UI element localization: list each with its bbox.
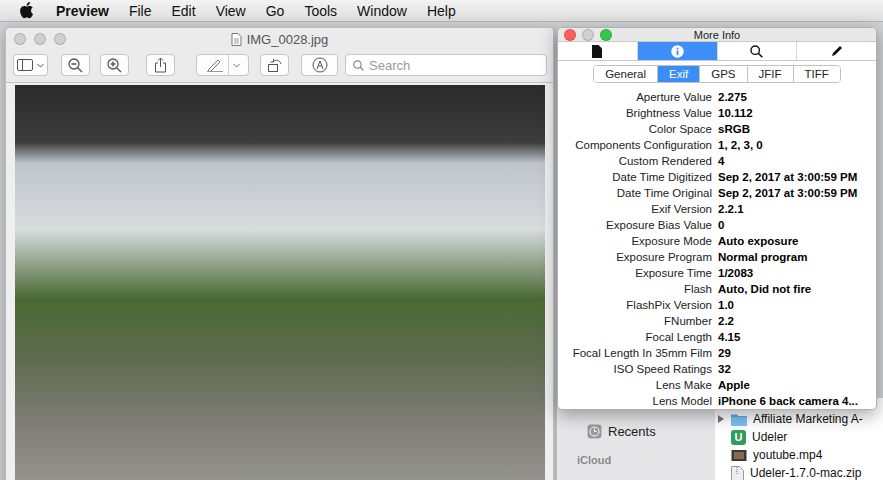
menu-item[interactable]: File bbox=[119, 3, 162, 19]
icon-tab[interactable] bbox=[717, 42, 797, 60]
property-row: Brightness Value10.112 bbox=[558, 105, 876, 121]
info-panel: More InfoGeneralExifGPSJFIFTIFFAperture … bbox=[557, 27, 877, 410]
info-icon bbox=[671, 45, 684, 58]
segment[interactable]: Exif bbox=[657, 66, 699, 82]
finder-sidebar: Recents iCloud bbox=[557, 398, 715, 480]
video-icon bbox=[731, 449, 747, 462]
menu-item[interactable]: View bbox=[206, 3, 256, 19]
markup-icon bbox=[312, 57, 328, 73]
property-row: Custom Rendered4 bbox=[558, 153, 876, 169]
window-controls bbox=[6, 33, 74, 45]
segment[interactable]: General bbox=[594, 66, 657, 82]
folder-icon bbox=[731, 413, 747, 426]
disclosure-triangle[interactable] bbox=[718, 415, 724, 423]
property-row: Exposure Time1/2083 bbox=[558, 265, 876, 281]
icon-tab[interactable] bbox=[558, 42, 637, 60]
segment[interactable]: GPS bbox=[699, 66, 746, 82]
markup-button[interactable] bbox=[301, 54, 338, 76]
property-row: Focal Length4.15 bbox=[558, 329, 876, 345]
minimize-button[interactable] bbox=[34, 33, 46, 45]
property-list: Aperture Value2.275Brightness Value10.11… bbox=[558, 86, 876, 409]
menu-item[interactable]: Window bbox=[347, 3, 417, 19]
file-row[interactable]: youtube.mp4 bbox=[715, 446, 883, 464]
rotate-icon bbox=[267, 58, 283, 73]
icon-tabs bbox=[558, 41, 876, 61]
property-row: Lens MakeApple bbox=[558, 377, 876, 393]
property-row: Exposure Bias Value0 bbox=[558, 217, 876, 233]
sidebar-icon bbox=[17, 59, 33, 71]
photo bbox=[15, 85, 545, 480]
close-button[interactable] bbox=[14, 33, 26, 45]
segment[interactable]: TIFF bbox=[793, 66, 840, 82]
title-bar: More Info bbox=[558, 28, 876, 41]
pencil-icon bbox=[831, 45, 843, 57]
property-row: Exposure ProgramNormal program bbox=[558, 249, 876, 265]
property-row: Color SpacesRGB bbox=[558, 121, 876, 137]
window-title: IMG_0028.jpg bbox=[74, 32, 485, 47]
title-bar: IMG_0028.jpg bbox=[6, 28, 553, 50]
file-row[interactable]: UUdeler bbox=[715, 428, 883, 446]
property-row: Exposure ModeAuto exposure bbox=[558, 233, 876, 249]
window-controls bbox=[558, 29, 618, 41]
apple-icon[interactable] bbox=[20, 2, 34, 19]
app-menu[interactable]: Preview bbox=[46, 3, 119, 19]
menu-item[interactable]: Edit bbox=[162, 3, 206, 19]
markup-pen-button[interactable] bbox=[196, 54, 249, 76]
rotate-button[interactable] bbox=[260, 54, 289, 76]
property-row: Focal Length In 35mm Film29 bbox=[558, 345, 876, 361]
property-row: Aperture Value2.275 bbox=[558, 89, 876, 105]
property-row: Date Time DigitizedSep 2, 2017 at 3:00:5… bbox=[558, 169, 876, 185]
menu-item[interactable]: Help bbox=[417, 3, 466, 19]
image-area bbox=[6, 83, 553, 480]
share-icon bbox=[154, 57, 167, 73]
preview-window: IMG_0028.jpg Search bbox=[5, 27, 554, 480]
sidebar-section: iCloud bbox=[577, 454, 715, 466]
document-icon bbox=[592, 45, 602, 58]
file-row[interactable]: Udeler-1.7.0-mac.zip bbox=[715, 464, 883, 480]
property-row: Date Time OriginalSep 2, 2017 at 3:00:59… bbox=[558, 185, 876, 201]
sidebar-item[interactable]: Recents bbox=[577, 422, 715, 440]
chevron-icon bbox=[37, 63, 44, 68]
magnifier-icon bbox=[750, 45, 763, 58]
toolbar: Search bbox=[6, 50, 553, 83]
property-row: ISO Speed Ratings32 bbox=[558, 361, 876, 377]
recents-icon bbox=[587, 424, 602, 439]
close-button[interactable] bbox=[564, 29, 576, 41]
minimize-button[interactable] bbox=[582, 29, 594, 41]
file-list: Affiliate Marketing A-UUdeleryoutube.mp4… bbox=[715, 398, 883, 480]
sidebar-button[interactable] bbox=[13, 54, 48, 76]
icon-tab[interactable] bbox=[637, 42, 717, 60]
segment[interactable]: JFIF bbox=[747, 66, 793, 82]
icon-tab[interactable] bbox=[796, 42, 876, 60]
zoom-out-button[interactable] bbox=[61, 54, 90, 76]
property-row: Exif Version2.2.1 bbox=[558, 201, 876, 217]
property-row: FlashAuto, Did not fire bbox=[558, 281, 876, 297]
menu-item[interactable]: Go bbox=[256, 3, 295, 19]
zoom-out-icon bbox=[68, 58, 83, 73]
app-icon: U bbox=[731, 430, 746, 445]
property-row: FlashPix Version1.0 bbox=[558, 297, 876, 313]
property-row: Lens ModeliPhone 6 back camera 4... bbox=[558, 393, 876, 409]
zip-icon bbox=[731, 466, 744, 480]
file-row[interactable]: Affiliate Marketing A- bbox=[715, 410, 883, 428]
property-row: FNumber2.2 bbox=[558, 313, 876, 329]
pen-icon bbox=[206, 58, 224, 72]
search-icon bbox=[353, 60, 364, 71]
segmented-control: GeneralExifGPSJFIFTIFF bbox=[558, 61, 876, 86]
zoom-in-button[interactable] bbox=[100, 54, 129, 76]
search-field[interactable]: Search bbox=[345, 54, 547, 76]
menu-bar: PreviewFileEditViewGoToolsWindowHelp bbox=[0, 0, 883, 22]
document-icon bbox=[231, 33, 242, 46]
chevron-icon bbox=[233, 63, 240, 68]
share-button[interactable] bbox=[146, 54, 175, 76]
finder-window: RecentsiCloudAffiliate Marketing A-UUdel… bbox=[557, 398, 883, 480]
property-row: Components Configuration1, 2, 3, 0 bbox=[558, 137, 876, 153]
zoom-in-icon bbox=[107, 58, 122, 73]
zoom-button[interactable] bbox=[600, 29, 612, 41]
window-title: More Info bbox=[618, 29, 816, 41]
zoom-button[interactable] bbox=[54, 33, 66, 45]
desktop: PreviewFileEditViewGoToolsWindowHelp IMG_… bbox=[0, 0, 883, 480]
menu-item[interactable]: Tools bbox=[294, 3, 347, 19]
